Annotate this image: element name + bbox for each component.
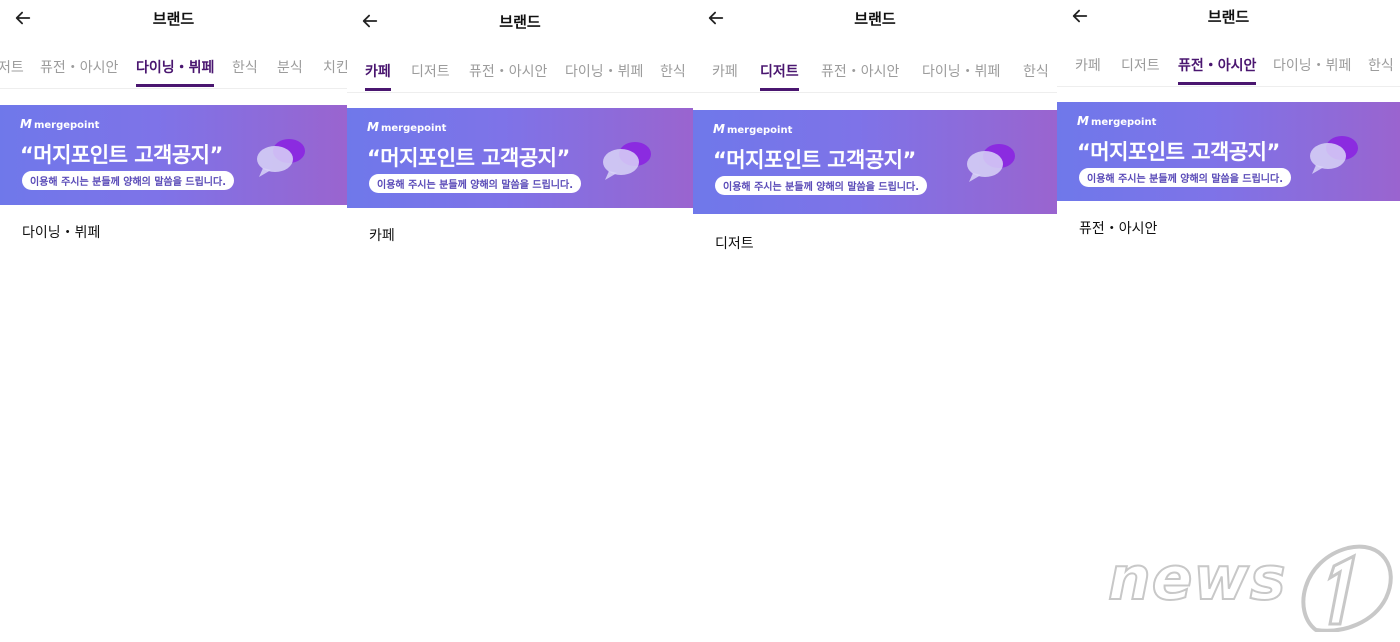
tab-dining-buffet[interactable]: 다이닝・뷔페 xyxy=(1273,56,1351,82)
category-tab-bar: 카페 디저트 퓨전・아시안 다이닝・뷔페 한식 xyxy=(347,62,693,93)
banner-subtext: 이용해 주시는 분들께 양해의 말씀을 드립니다. xyxy=(1079,168,1292,187)
page-title: 브랜드 xyxy=(1207,8,1250,26)
notice-banner[interactable]: Mmergepoint “머지포인트 고객공지” 이용해 주시는 분들께 양해의… xyxy=(0,105,347,205)
banner-subtext: 이용해 주시는 분들께 양해의 말씀을 드립니다. xyxy=(22,171,235,190)
mergepoint-logo: Mmergepoint xyxy=(1077,114,1157,128)
tab-dining-buffet[interactable]: 다이닝・뷔페 xyxy=(136,58,215,87)
chat-bubble-icon xyxy=(1310,136,1358,174)
tab-snack[interactable]: 분식 xyxy=(277,58,303,84)
tab-fusion-asian[interactable]: 퓨전・아시안 xyxy=(821,62,899,88)
chat-bubble-icon xyxy=(257,139,305,177)
tab-dessert[interactable]: 디저트 xyxy=(1121,56,1160,82)
tab-korean[interactable]: 한식 xyxy=(232,58,258,84)
notice-banner[interactable]: Mmergepoint “머지포인트 고객공지” 이용해 주시는 분들께 양해의… xyxy=(1057,102,1400,201)
banner-subtext: 이용해 주시는 분들께 양해의 말씀을 드립니다. xyxy=(715,176,928,195)
category-tab-bar: 저트 퓨전・아시안 다이닝・뷔페 한식 분식 치킨 xyxy=(0,58,347,89)
app-header: 브랜드 xyxy=(693,2,1057,36)
category-heading: 퓨전・아시안 xyxy=(1079,221,1158,237)
tab-dining-buffet[interactable]: 다이닝・뷔페 xyxy=(922,62,1000,88)
app-header: 브랜드 xyxy=(347,5,693,39)
tab-chicken[interactable]: 치킨 xyxy=(323,58,347,84)
tab-cafe[interactable]: 카페 xyxy=(365,62,391,91)
category-tab-bar: 카페 디저트 퓨전・아시안 다이닝・뷔페 한식 xyxy=(693,62,1057,93)
mergepoint-logo: Mmergepoint xyxy=(713,122,793,136)
tab-fusion-asian[interactable]: 퓨전・아시안 xyxy=(469,62,547,88)
tab-fusion-asian[interactable]: 퓨전・아시안 xyxy=(1178,56,1257,85)
watermark-text: news xyxy=(1107,543,1287,615)
banner-headline: “머지포인트 고객공지” xyxy=(367,146,570,170)
tab-dining-buffet[interactable]: 다이닝・뷔페 xyxy=(565,62,643,88)
banner-headline: “머지포인트 고객공지” xyxy=(20,143,223,167)
app-header: 브랜드 xyxy=(1057,0,1400,34)
chat-bubble-icon xyxy=(603,142,651,180)
mergepoint-logo: Mmergepoint xyxy=(20,117,100,131)
screen-panel-dining: 브랜드 저트 퓨전・아시안 다이닝・뷔페 한식 분식 치킨 Mmergepoin… xyxy=(0,0,347,642)
category-heading: 디저트 xyxy=(715,236,754,252)
tab-korean[interactable]: 한식 xyxy=(1368,56,1394,82)
category-heading: 다이닝・뷔페 xyxy=(22,225,101,241)
tab-dessert[interactable]: 디저트 xyxy=(760,62,799,91)
chat-bubble-icon xyxy=(967,144,1015,182)
news1-watermark: news xyxy=(1100,538,1400,638)
tab-cafe[interactable]: 카페 xyxy=(1075,56,1101,82)
tab-dessert[interactable]: 디저트 xyxy=(411,62,450,88)
category-heading: 카페 xyxy=(369,228,395,244)
app-header: 브랜드 xyxy=(0,2,347,36)
tab-dessert[interactable]: 저트 xyxy=(0,58,24,84)
notice-banner[interactable]: Mmergepoint “머지포인트 고객공지” 이용해 주시는 분들께 양해의… xyxy=(347,108,693,208)
banner-headline: “머지포인트 고객공지” xyxy=(713,148,916,172)
screen-panel-dessert: 브랜드 카페 디저트 퓨전・아시안 다이닝・뷔페 한식 Mmergepoint … xyxy=(693,0,1057,642)
tab-fusion-asian[interactable]: 퓨전・아시안 xyxy=(40,58,118,84)
news1-logo-icon xyxy=(1301,544,1393,632)
tab-korean[interactable]: 한식 xyxy=(1023,62,1049,88)
page-title: 브랜드 xyxy=(499,13,541,31)
tab-korean[interactable]: 한식 xyxy=(660,62,686,88)
banner-subtext: 이용해 주시는 분들께 양해의 말씀을 드립니다. xyxy=(369,174,582,193)
page-title: 브랜드 xyxy=(854,10,896,28)
banner-headline: “머지포인트 고객공지” xyxy=(1077,140,1280,164)
mergepoint-logo: Mmergepoint xyxy=(367,120,447,134)
screen-panel-cafe: 브랜드 카페 디저트 퓨전・아시안 다이닝・뷔페 한식 Mmergepoint … xyxy=(347,0,693,642)
tab-cafe[interactable]: 카페 xyxy=(712,62,738,88)
page-title: 브랜드 xyxy=(152,10,195,28)
category-tab-bar: 카페 디저트 퓨전・아시안 다이닝・뷔페 한식 xyxy=(1057,56,1400,87)
notice-banner[interactable]: Mmergepoint “머지포인트 고객공지” 이용해 주시는 분들께 양해의… xyxy=(693,110,1057,214)
